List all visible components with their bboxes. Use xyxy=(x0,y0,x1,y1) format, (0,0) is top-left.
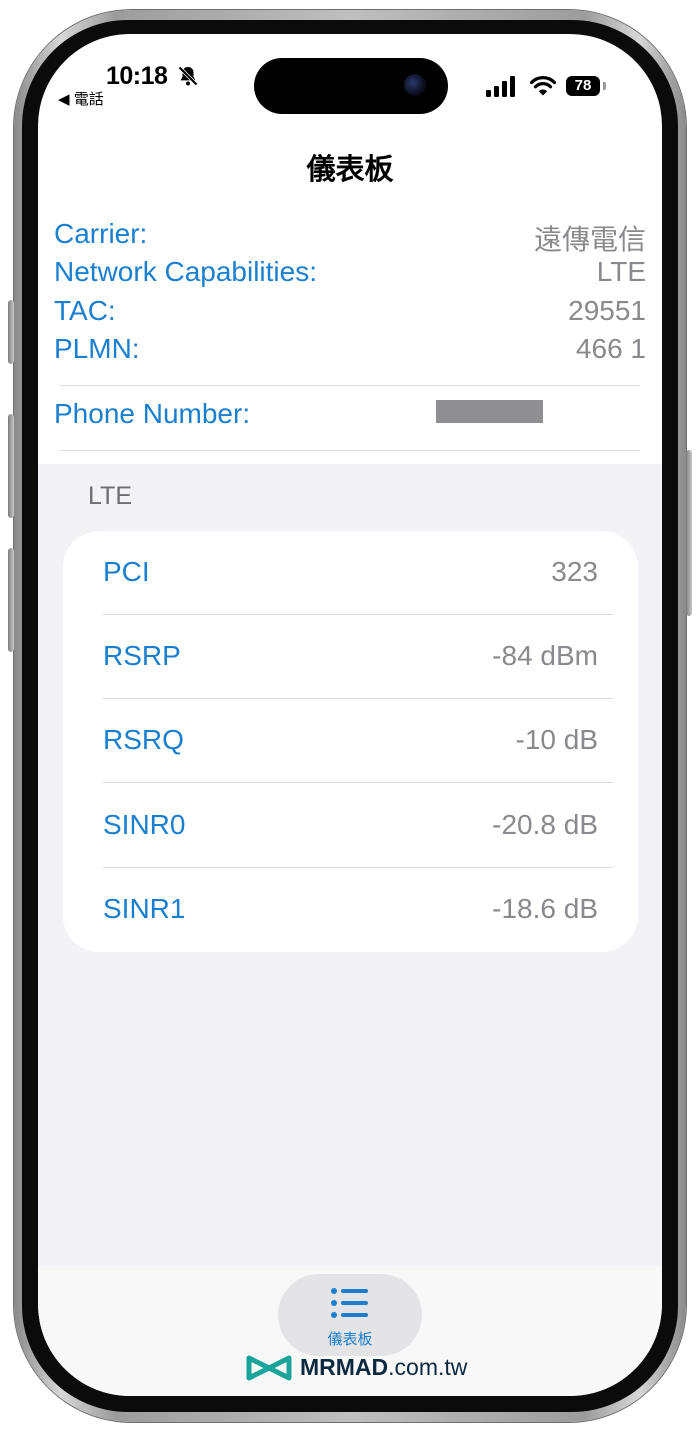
battery-indicator: 78 xyxy=(566,76,600,96)
rsrp-label: RSRP xyxy=(103,640,181,671)
network-capabilities-row: Network Capabilities: LTE xyxy=(54,256,646,294)
watermark-text: MRMAD.com.tw xyxy=(300,1354,467,1381)
network-capabilities-value: LTE xyxy=(596,256,646,287)
list-item-sinr0: SINR0 -20.8 dB xyxy=(63,784,638,868)
carrier-value: 遠傳電信 xyxy=(533,224,646,255)
list-icon[interactable] xyxy=(330,1286,370,1320)
plmn-value: 466 1 xyxy=(575,333,646,364)
plmn-row: PLMN: 466 1 xyxy=(54,333,646,371)
carrier-label: Carrier: xyxy=(54,218,148,249)
sinr0-label: SINR0 xyxy=(103,809,186,840)
carrier-row: Carrier: 遠傳電信 xyxy=(54,218,646,256)
section-header-lte: LTE xyxy=(88,482,132,510)
pci-value: 323 xyxy=(551,556,598,587)
action-button xyxy=(8,300,14,364)
status-time: 10:18 xyxy=(106,62,168,90)
volume-down-button xyxy=(8,548,14,652)
power-button xyxy=(686,450,692,616)
lte-card: PCI 323 RSRP -84 dBm RSRQ -10 dB SINR0 -… xyxy=(63,531,638,952)
tab-dashboard-label[interactable]: 儀表板 xyxy=(278,1328,422,1349)
tac-label: TAC: xyxy=(54,295,116,326)
rsrp-value: -84 dBm xyxy=(492,640,598,671)
pci-label: PCI xyxy=(103,556,150,587)
cellular-signal-icon xyxy=(486,76,515,97)
phone-number-label: Phone Number: xyxy=(54,398,251,429)
page-title: 儀表板 xyxy=(306,154,394,186)
network-capabilities-label: Network Capabilities: xyxy=(54,256,317,287)
sinr1-label: SINR1 xyxy=(103,893,186,924)
list-item-rsrp: RSRP -84 dBm xyxy=(63,615,638,699)
list-item-sinr1: SINR1 -18.6 dB xyxy=(63,868,638,952)
rsrq-label: RSRQ xyxy=(103,724,184,755)
front-camera-icon xyxy=(404,74,426,96)
list-item-pci: PCI 323 xyxy=(63,531,638,615)
silent-bell-icon xyxy=(178,66,198,86)
watermark-suffix: .com.tw xyxy=(388,1354,468,1380)
back-to-app-link[interactable]: ◀ 電話 xyxy=(58,88,104,109)
sinr0-value: -20.8 dB xyxy=(492,809,598,840)
rsrq-value: -10 dB xyxy=(515,724,599,755)
list-item-rsrq: RSRQ -10 dB xyxy=(63,699,638,783)
phone-number-row: Phone Number: xyxy=(54,398,646,436)
screen: 10:18 ◀ 電話 78 儀表板 Carrier: 遠傳電信 Network … xyxy=(38,34,662,1396)
tac-row: TAC: 29551 xyxy=(54,295,646,333)
plmn-label: PLMN: xyxy=(54,333,140,364)
phone-number-redacted xyxy=(436,400,543,423)
battery-tip xyxy=(603,82,606,90)
tac-value: 29551 xyxy=(568,295,646,326)
volume-up-button xyxy=(8,414,14,518)
mrmad-logo-icon xyxy=(246,1355,292,1381)
divider xyxy=(60,385,640,386)
row-separator xyxy=(103,782,613,783)
sinr1-value: -18.6 dB xyxy=(492,893,598,924)
wifi-icon xyxy=(530,76,556,96)
watermark-brand: MRMAD xyxy=(300,1354,389,1380)
divider xyxy=(60,450,640,451)
